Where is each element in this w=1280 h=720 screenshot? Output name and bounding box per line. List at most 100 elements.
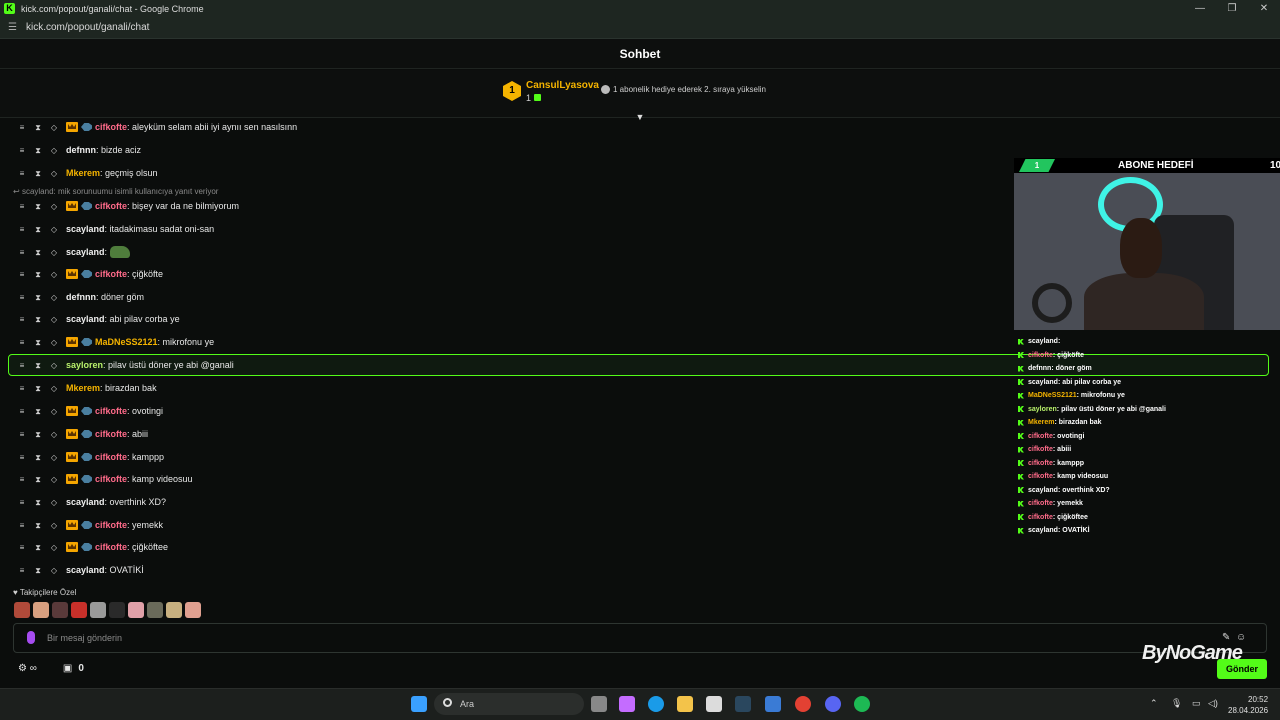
pin-icon[interactable]: ≡ — [18, 248, 26, 257]
chat-message[interactable]: ≡ ⧗ ◇ cifkofte: aleyküm selam abii iyi aynı… — [18, 118, 297, 136]
chat-message[interactable]: ≡ ⧗ ◇ cifkofte: kamp videosuu — [18, 470, 193, 488]
timeout-icon[interactable]: ⧗ — [34, 270, 42, 279]
emote-icon[interactable] — [52, 602, 68, 618]
message-username[interactable]: Mkerem — [66, 168, 100, 178]
shield-icon[interactable]: ◇ — [50, 293, 58, 302]
chat-message[interactable]: ≡ ⧗ ◇ cifkofte: çiğköftee — [18, 538, 168, 556]
shield-icon[interactable]: ◇ — [50, 498, 58, 507]
pin-icon[interactable]: ≡ — [18, 146, 26, 155]
emote-icon[interactable] — [147, 602, 163, 618]
chat-message[interactable]: ≡ ⧗ ◇ MaDNeSS2121: mikrofonu ye — [18, 333, 214, 351]
pin-icon[interactable]: ≡ — [18, 169, 26, 178]
pin-icon[interactable]: ≡ — [18, 202, 26, 211]
timeout-icon[interactable]: ⧗ — [34, 123, 42, 132]
message-username[interactable]: cifkofte — [95, 452, 127, 462]
pin-icon[interactable]: ≡ — [18, 566, 26, 575]
chrome-icon[interactable] — [795, 696, 811, 712]
timeout-icon[interactable]: ⧗ — [34, 225, 42, 234]
timeout-icon[interactable]: ⧗ — [34, 498, 42, 507]
timeout-icon[interactable]: ⧗ — [34, 248, 42, 257]
message-username[interactable]: defnnn — [66, 292, 96, 302]
timeout-icon[interactable]: ⧗ — [34, 430, 42, 439]
shield-icon[interactable]: ◇ — [50, 521, 58, 530]
discord-icon[interactable] — [825, 696, 841, 712]
chat-message[interactable]: ≡ ⧗ ◇ Mkerem: geçmiş olsun — [18, 164, 158, 182]
emote-icon[interactable] — [71, 602, 87, 618]
send-button[interactable]: Gönder — [1217, 659, 1267, 679]
pin-icon[interactable]: ≡ — [18, 123, 26, 132]
spotify-icon[interactable] — [854, 696, 870, 712]
chat-message[interactable]: ≡ ⧗ ◇ cifkofte: abiii — [18, 425, 148, 443]
volume-icon[interactable]: ◁) — [1208, 698, 1218, 709]
emote-icon[interactable] — [14, 602, 30, 618]
chat-input[interactable] — [13, 623, 1267, 653]
pin-icon[interactable]: ≡ — [18, 270, 26, 279]
timeout-icon[interactable]: ⧗ — [34, 566, 42, 575]
chat-message[interactable]: ≡ ⧗ ◇ sayloren: pilav üstü döner ye abi @ga… — [18, 356, 234, 374]
network-icon[interactable]: ▭ — [1192, 698, 1201, 709]
tray-chevron-icon[interactable]: ⌃ — [1150, 698, 1158, 709]
taskbar-clock[interactable]: 20:52 28.04.2026 — [1228, 694, 1268, 716]
edge-icon[interactable] — [648, 696, 664, 712]
message-username[interactable]: cifkofte — [95, 269, 127, 279]
shield-icon[interactable]: ◇ — [50, 248, 58, 257]
shield-icon[interactable]: ◇ — [50, 453, 58, 462]
shield-icon[interactable]: ◇ — [50, 270, 58, 279]
timeout-icon[interactable]: ⧗ — [34, 146, 42, 155]
shield-icon[interactable]: ◇ — [50, 202, 58, 211]
emote-icon[interactable] — [33, 602, 49, 618]
mail-icon[interactable] — [765, 696, 781, 712]
timeout-icon[interactable]: ⧗ — [34, 521, 42, 530]
settings-icon[interactable]: ⚙ ∞ — [18, 663, 37, 674]
chat-input-placeholder[interactable]: Bir mesaj gönderin — [47, 633, 122, 643]
message-username[interactable]: cifkofte — [95, 429, 127, 439]
task-view-icon[interactable] — [591, 696, 607, 712]
steam-icon[interactable] — [735, 696, 751, 712]
message-username[interactable]: sayloren — [66, 360, 103, 370]
shield-icon[interactable]: ◇ — [50, 315, 58, 324]
emote-icon[interactable] — [90, 602, 106, 618]
pin-icon[interactable]: ≡ — [18, 293, 26, 302]
shield-icon[interactable]: ◇ — [50, 338, 58, 347]
message-username[interactable]: defnnn — [66, 145, 96, 155]
timeout-icon[interactable]: ⧗ — [34, 453, 42, 462]
chat-message[interactable]: ≡ ⧗ ◇ scayland: overthink XD? — [18, 493, 166, 511]
emote-icon[interactable] — [166, 602, 182, 618]
copilot-icon[interactable] — [619, 696, 635, 712]
microphone-icon[interactable] — [27, 631, 35, 644]
emote-icon[interactable] — [128, 602, 144, 618]
timeout-icon[interactable]: ⧗ — [34, 543, 42, 552]
timeout-icon[interactable]: ⧗ — [34, 407, 42, 416]
timeout-icon[interactable]: ⧗ — [34, 315, 42, 324]
shield-icon[interactable]: ◇ — [50, 430, 58, 439]
message-username[interactable]: cifkofte — [95, 201, 127, 211]
taskbar-search[interactable] — [434, 693, 584, 715]
minimize-button[interactable]: — — [1184, 0, 1216, 17]
shield-icon[interactable]: ◇ — [50, 169, 58, 178]
chat-message[interactable]: ≡ ⧗ ◇ defnnn: bizde aciz — [18, 141, 141, 159]
shield-icon[interactable]: ◇ — [50, 475, 58, 484]
message-username[interactable]: cifkofte — [95, 406, 127, 416]
message-username[interactable]: Mkerem — [66, 383, 100, 393]
chat-message[interactable]: ≡ ⧗ ◇ cifkofte: bişey var da ne bilmiyorum — [18, 197, 239, 215]
chat-message[interactable]: ≡ ⧗ ◇ cifkofte: ovotingi — [18, 402, 163, 420]
emote-icon[interactable] — [185, 602, 201, 618]
message-username[interactable]: scayland — [66, 247, 105, 257]
pin-icon[interactable]: ≡ — [18, 407, 26, 416]
timeout-icon[interactable]: ⧗ — [34, 384, 42, 393]
message-username[interactable]: cifkofte — [95, 474, 127, 484]
pin-icon[interactable]: ≡ — [18, 521, 26, 530]
chat-message[interactable]: ≡ ⧗ ◇ scayland: OVATİKİ — [18, 561, 144, 579]
shield-icon[interactable]: ◇ — [50, 407, 58, 416]
emote-icon[interactable] — [109, 602, 125, 618]
chat-message[interactable]: ≡ ⧗ ◇ cifkofte: yemekk — [18, 516, 163, 534]
chat-message[interactable]: ≡ ⧗ ◇ Mkerem: birazdan bak — [18, 379, 157, 397]
pin-icon[interactable]: ≡ — [18, 498, 26, 507]
chat-message[interactable]: ≡ ⧗ ◇ scayland: — [18, 243, 131, 261]
shield-icon[interactable]: ◇ — [50, 384, 58, 393]
store-icon[interactable]: ▣ — [63, 663, 72, 674]
message-username[interactable]: scayland — [66, 565, 105, 575]
pin-icon[interactable]: ≡ — [18, 315, 26, 324]
message-username[interactable]: cifkofte — [95, 542, 127, 552]
timeout-icon[interactable]: ⧗ — [34, 202, 42, 211]
